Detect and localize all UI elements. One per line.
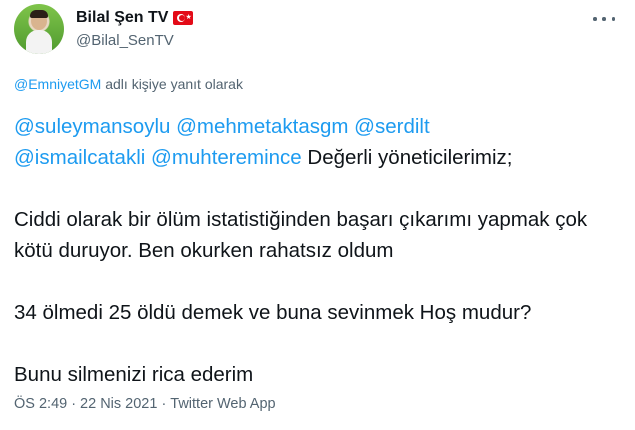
meta-separator: ·	[71, 396, 77, 412]
tweet-paragraph-4: Bunu silmenizi rica ederim	[14, 363, 254, 386]
reply-context: @EmniyetGM adlı kişiye yanıt olarak	[14, 76, 243, 92]
reply-context-suffix: adlı kişiye yanıt olarak	[105, 76, 243, 92]
reply-to-mention[interactable]: @EmniyetGM	[14, 76, 101, 92]
tweet-paragraph-1: @suleymansoylu @mehmetaktasgm @serdilt @…	[14, 111, 624, 173]
mention-link[interactable]: @mehmetaktasgm	[176, 115, 348, 138]
meta-separator: ·	[161, 396, 167, 412]
tweet-time[interactable]: ÖS 2:49	[14, 396, 67, 412]
mention-link[interactable]: @suleymansoylu	[14, 115, 170, 138]
tweet-source[interactable]: Twitter Web App	[170, 396, 275, 412]
tweet-text: @suleymansoylu @mehmetaktasgm @serdilt @…	[14, 111, 624, 390]
tweet-paragraph-3: 34 ölmedi 25 öldü demek ve buna sevinmek…	[14, 301, 532, 324]
more-dots-icon	[593, 17, 597, 21]
avatar[interactable]	[14, 4, 64, 54]
author-handle[interactable]: @Bilal_SenTV	[76, 32, 174, 49]
turkey-flag-icon: ★	[173, 11, 194, 25]
greeting-text: Değerli yöneticilerimiz;	[307, 146, 513, 169]
mention-link[interactable]: @serdilt	[354, 115, 430, 138]
tweet-paragraph-2: Ciddi olarak bir ölüm istatistiğinden ba…	[14, 208, 588, 262]
author-display-name[interactable]: Bilal Şen TV	[76, 9, 168, 27]
tweet-date[interactable]: 22 Nis 2021	[80, 396, 157, 412]
author-name-row: Bilal Şen TV ★	[76, 9, 194, 27]
tweet-header: Bilal Şen TV ★ @Bilal_SenTV	[14, 4, 621, 56]
mention-link[interactable]: @ismailcatakli	[14, 146, 145, 169]
more-options-button[interactable]	[593, 12, 615, 26]
tweet-meta: ÖS 2:49 · 22 Nis 2021 · Twitter Web App	[14, 396, 276, 412]
mention-link[interactable]: @muhteremince	[151, 146, 302, 169]
tweet-card: Bilal Şen TV ★ @Bilal_SenTV @EmniyetGM a…	[0, 0, 635, 430]
